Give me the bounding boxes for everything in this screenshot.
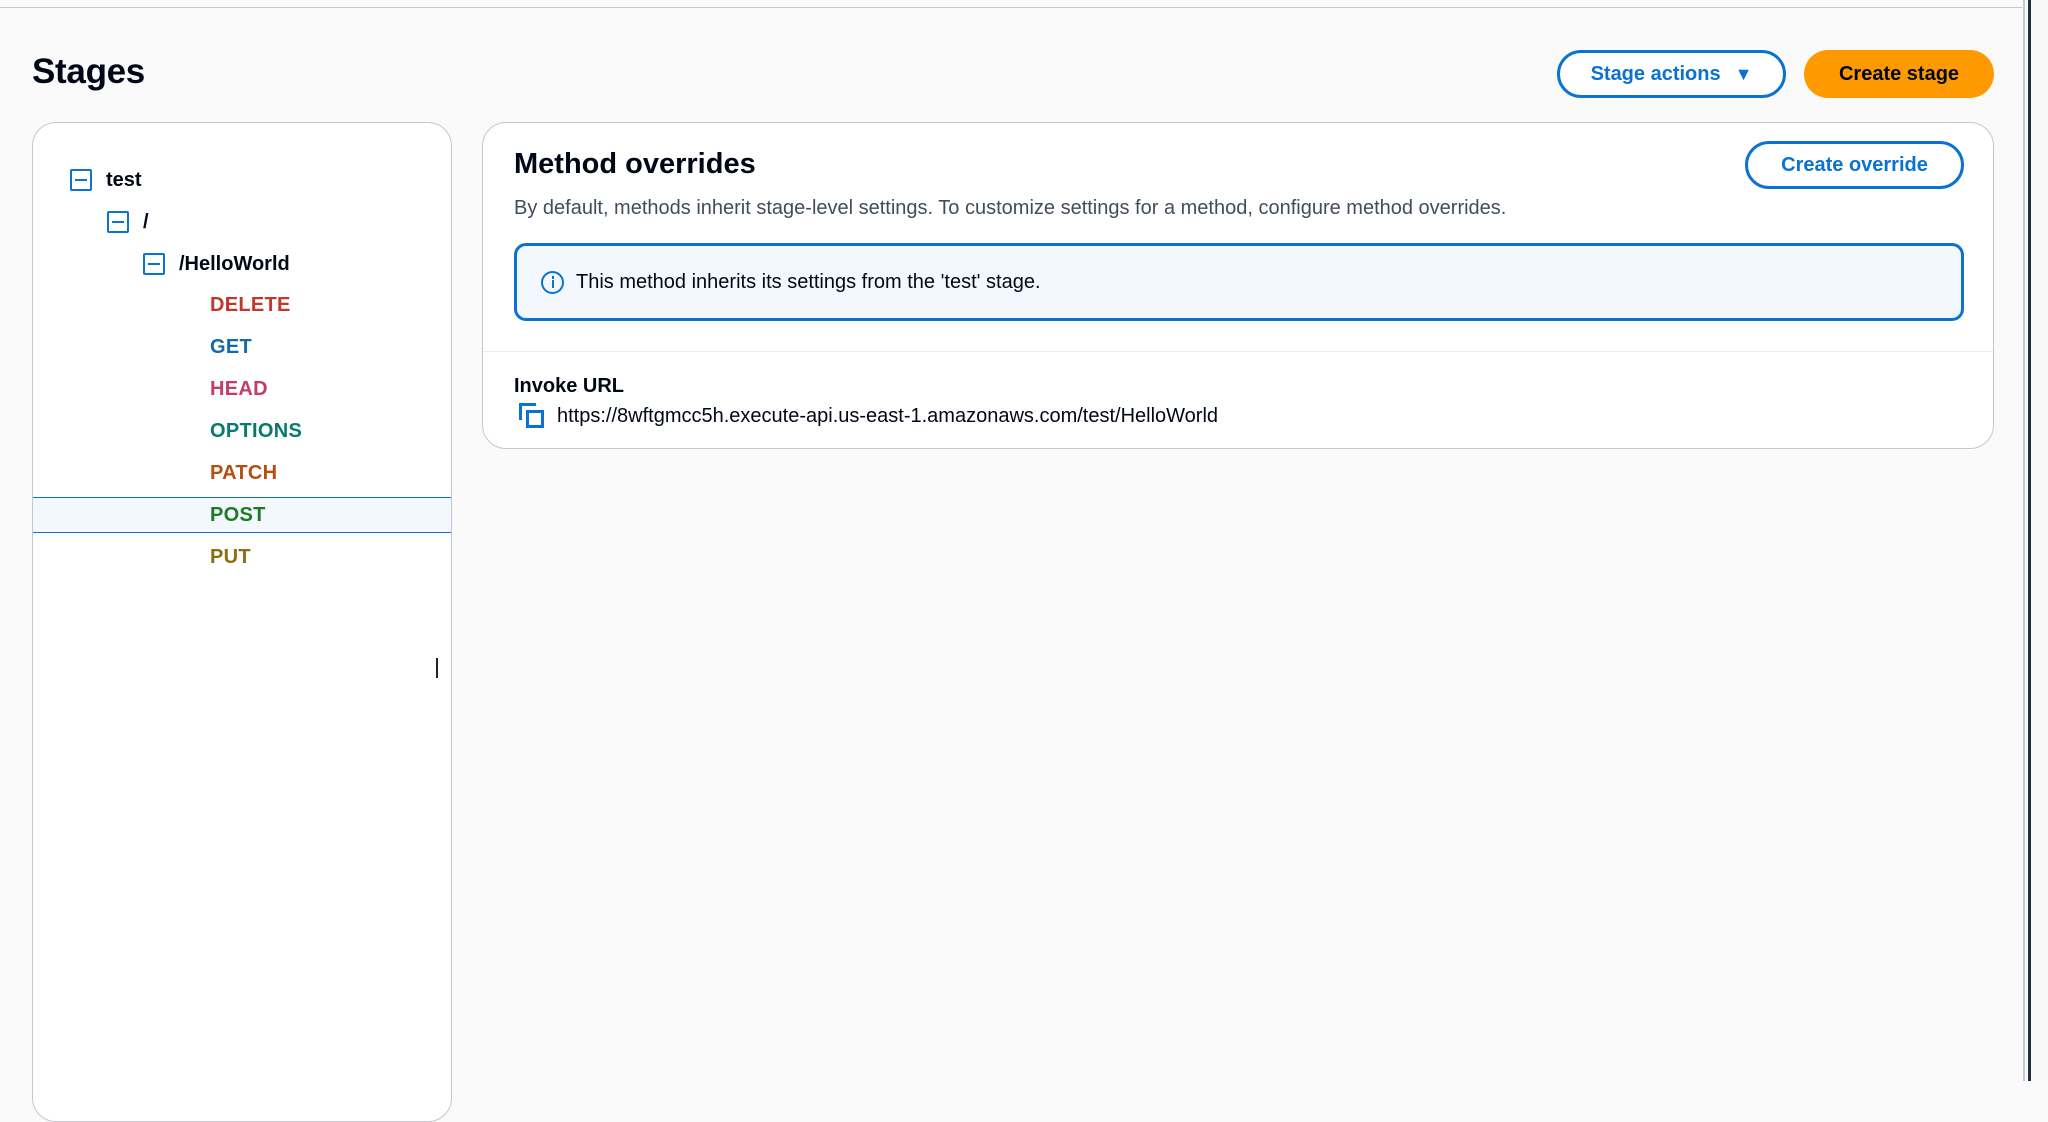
method-overrides-card: Method overrides Create override By defa… — [482, 122, 1994, 449]
info-icon — [541, 270, 564, 294]
page-title: Stages — [32, 52, 145, 91]
window-edge — [2022, 0, 2048, 1081]
tree-node-resource[interactable]: /HelloWorld — [143, 249, 290, 279]
tree-node-stage[interactable]: test — [70, 165, 142, 195]
create-stage-button[interactable]: Create stage — [1804, 50, 1994, 98]
tree-node-root-resource[interactable]: / — [107, 207, 149, 237]
stage-actions-label: Stage actions — [1590, 62, 1721, 85]
collapse-icon[interactable] — [143, 253, 165, 275]
create-override-button[interactable]: Create override — [1745, 141, 1964, 189]
tree-node-resource-label: /HelloWorld — [179, 252, 290, 275]
collapse-icon[interactable] — [107, 211, 129, 233]
method-patch[interactable]: PATCH — [210, 462, 277, 485]
top-divider — [0, 0, 2022, 8]
stage-tree-panel: test / /HelloWorld DELETE GET HEAD OPTIO… — [32, 122, 452, 1122]
stage-actions-button[interactable]: Stage actions ▼ — [1557, 50, 1786, 98]
method-put[interactable]: PUT — [210, 546, 251, 569]
info-alert: This method inherits its settings from t… — [514, 243, 1964, 321]
method-post[interactable]: POST — [210, 504, 266, 527]
method-get[interactable]: GET — [210, 336, 252, 359]
text-cursor — [436, 658, 438, 678]
method-options[interactable]: OPTIONS — [210, 420, 302, 443]
section-divider — [483, 351, 1993, 352]
caret-down-icon: ▼ — [1734, 63, 1753, 84]
method-head[interactable]: HEAD — [210, 378, 268, 401]
invoke-url-value[interactable]: https://8wftgmcc5h.execute-api.us-east-1… — [557, 405, 1218, 428]
invoke-url-row: https://8wftgmcc5h.execute-api.us-east-1… — [519, 403, 1218, 429]
collapse-icon[interactable] — [70, 169, 92, 191]
copy-icon[interactable] — [519, 403, 545, 429]
tree-node-stage-label: test — [106, 168, 142, 191]
method-overrides-description: By default, methods inherit stage-level … — [514, 197, 1507, 219]
tree-node-root-label: / — [143, 210, 149, 233]
info-alert-text: This method inherits its settings from t… — [576, 270, 1041, 293]
method-overrides-title: Method overrides — [514, 148, 756, 180]
method-delete[interactable]: DELETE — [210, 294, 291, 317]
invoke-url-label: Invoke URL — [514, 375, 625, 397]
